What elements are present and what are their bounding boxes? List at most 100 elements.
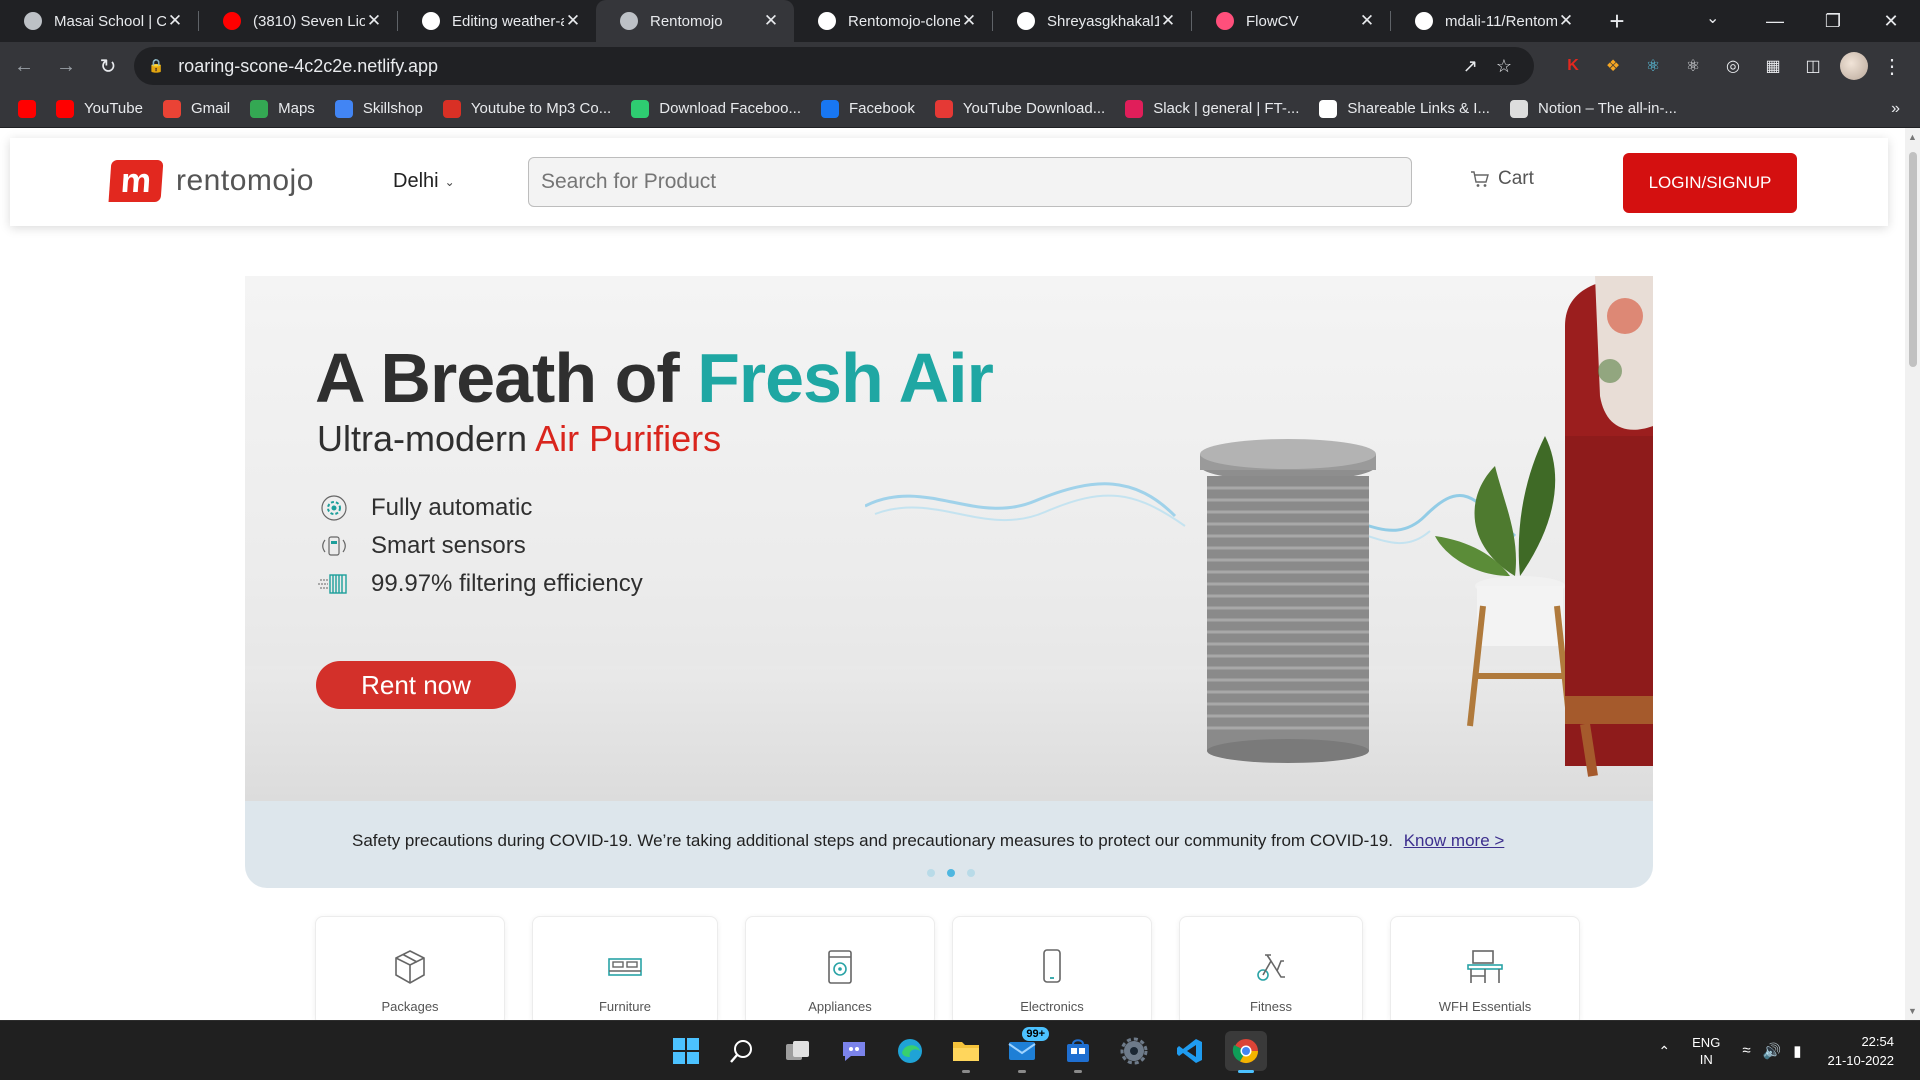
city-selector[interactable]: Delhi ⌄	[393, 170, 455, 193]
close-tab-icon[interactable]: ✕	[1358, 11, 1376, 31]
new-tab-button[interactable]: +	[1597, 6, 1637, 37]
task-view-icon[interactable]	[777, 1031, 819, 1071]
browser-tab[interactable]: Shreyasgkhakal10 ✕	[993, 0, 1191, 42]
extensions-area: K ❖ ⚛ ⚛ ◎ ▦ ◫ ⋮	[1560, 42, 1902, 90]
atom-extension-icon[interactable]: ⚛	[1680, 53, 1706, 79]
running-indicator	[1074, 1070, 1082, 1073]
color-picker-extension-icon[interactable]: ❖	[1600, 53, 1626, 79]
side-panel-icon[interactable]: ◫	[1800, 53, 1826, 79]
search-input[interactable]	[528, 157, 1412, 207]
close-tab-icon[interactable]: ✕	[1557, 11, 1575, 31]
hero-image[interactable]: A Breath of Fresh Air Ultra-modern Air P…	[245, 276, 1653, 801]
quick-settings[interactable]: ≈ 🔊 ▮	[1742, 1042, 1801, 1060]
search-icon[interactable]	[721, 1031, 763, 1071]
file-explorer-icon[interactable]	[945, 1031, 987, 1073]
show-hidden-icons-chevron[interactable]: ⌃	[1658, 1043, 1670, 1060]
scroll-down-arrow[interactable]: ▼	[1908, 1006, 1917, 1016]
address-bar[interactable]: 🔒 roaring-scone-4c2c2e.netlify.app ↗ ☆	[134, 47, 1534, 85]
carousel-dot-active[interactable]	[947, 869, 955, 877]
bookmark-item[interactable]: Facebook	[821, 99, 915, 118]
bookmarks-overflow-button[interactable]: »	[1891, 100, 1900, 118]
close-tab-icon[interactable]: ✕	[762, 11, 780, 31]
scroll-thumb[interactable]	[1909, 152, 1917, 367]
store-icon[interactable]	[1057, 1031, 1099, 1073]
carousel-dot[interactable]	[967, 869, 975, 877]
browser-tab[interactable]: FlowCV ✕	[1192, 0, 1390, 42]
windows-taskbar: 99+ ⌃ ENG IN ≈ 🔊 ▮ 22:54 21-10-2022	[0, 1020, 1920, 1080]
logo-mark: m	[108, 160, 164, 202]
carousel-dots	[927, 869, 975, 877]
close-tab-icon[interactable]: ✕	[564, 11, 582, 31]
profile-avatar[interactable]	[1840, 52, 1868, 80]
category-fitness[interactable]: Fitness	[1179, 916, 1363, 1020]
category-appliances[interactable]: Appliances	[745, 916, 935, 1020]
bookmark-label: Skillshop	[362, 100, 423, 117]
share-icon[interactable]: ↗	[1463, 56, 1478, 77]
category-packages[interactable]: Packages	[315, 916, 505, 1020]
browser-tab[interactable]: Rentomojo ✕	[596, 0, 794, 42]
bookmark-item[interactable]: Gmail	[162, 99, 230, 118]
lock-icon[interactable]: 🔒	[148, 58, 164, 74]
browser-tab[interactable]: Editing weather-a ✕	[398, 0, 596, 42]
back-button[interactable]: ←	[6, 48, 42, 84]
reload-button[interactable]: ↻	[90, 48, 126, 84]
chrome-icon[interactable]	[1225, 1031, 1267, 1073]
scroll-up-arrow[interactable]: ▲	[1908, 132, 1917, 142]
close-tab-icon[interactable]: ✕	[365, 11, 383, 31]
page-scrollbar[interactable]: ▲ ▼	[1905, 128, 1920, 1020]
language-indicator[interactable]: ENG IN	[1692, 1034, 1720, 1068]
login-signup-button[interactable]: LOGIN/SIGNUP	[1623, 153, 1797, 213]
know-more-link[interactable]: Know more >	[1404, 831, 1505, 850]
browser-tab[interactable]: Rentomojo-clone ✕	[794, 0, 992, 42]
feature-item: Fully automatic	[317, 489, 643, 527]
youtube-icon	[56, 99, 74, 118]
show-desktop-button[interactable]	[1916, 1021, 1920, 1080]
tab-strip: Masai School | Co ✕ (3810) Seven Lion ✕ Edit…	[0, 0, 1920, 42]
close-tab-icon[interactable]: ✕	[1159, 11, 1177, 31]
browser-menu-icon[interactable]: ⋮	[1882, 54, 1902, 79]
bookmark-item[interactable]	[18, 99, 36, 118]
bookmark-item[interactable]: Download Faceboo...	[631, 99, 801, 118]
vscode-icon[interactable]	[1169, 1031, 1211, 1071]
minimize-button[interactable]: —	[1746, 0, 1804, 42]
category-furniture[interactable]: Furniture	[532, 916, 718, 1020]
facebook-download-icon	[631, 99, 650, 118]
bookmark-item[interactable]: Youtube to Mp3 Co...	[442, 99, 611, 118]
category-electronics[interactable]: Electronics	[952, 916, 1152, 1020]
bookmark-item[interactable]: Maps	[250, 99, 315, 118]
teams-chat-icon[interactable]	[833, 1031, 875, 1071]
restore-button[interactable]: ❐	[1804, 0, 1862, 42]
puzzle-extensions-icon[interactable]: ▦	[1760, 53, 1786, 79]
bookmark-item[interactable]: Notion – The all-in-...	[1509, 99, 1677, 118]
react-devtools-icon[interactable]: ⚛	[1640, 53, 1666, 79]
rent-now-button[interactable]: Rent now	[316, 661, 516, 709]
close-tab-icon[interactable]: ✕	[166, 11, 184, 31]
browser-tab[interactable]: Masai School | Co ✕	[0, 0, 198, 42]
browser-tab[interactable]: (3810) Seven Lion ✕	[199, 0, 397, 42]
target-extension-icon[interactable]: ◎	[1720, 53, 1746, 79]
bookmark-item[interactable]: YouTube	[56, 99, 143, 118]
bookmark-item[interactable]: YouTube Download...	[934, 99, 1105, 118]
cart-link[interactable]: Cart	[1470, 168, 1534, 190]
close-window-button[interactable]: ✕	[1862, 0, 1920, 42]
clock[interactable]: 22:54 21-10-2022	[1828, 1032, 1895, 1070]
rentomojo-logo[interactable]: m rentomojo	[108, 160, 314, 202]
edge-icon[interactable]	[889, 1031, 931, 1071]
bookmark-star-icon[interactable]: ☆	[1496, 56, 1512, 77]
category-wfh-essentials[interactable]: WFH Essentials	[1390, 916, 1580, 1020]
github-icon	[1415, 12, 1433, 30]
carousel-dot[interactable]	[927, 869, 935, 877]
bookmark-item[interactable]: Skillshop	[334, 99, 423, 118]
washing-machine-icon	[828, 950, 852, 984]
browser-tab[interactable]: mdali-11/Rentom ✕	[1391, 0, 1589, 42]
bookmark-item[interactable]: Shareable Links & I...	[1319, 99, 1490, 118]
bookmark-item[interactable]: Slack | general | FT-...	[1125, 99, 1299, 118]
close-tab-icon[interactable]: ✕	[960, 11, 978, 31]
k-extension-icon[interactable]: K	[1560, 53, 1586, 79]
windows-start-icon[interactable]	[665, 1031, 707, 1071]
mail-icon[interactable]: 99+	[1001, 1027, 1049, 1073]
mail-badge: 99+	[1022, 1027, 1049, 1041]
settings-icon[interactable]	[1113, 1031, 1155, 1071]
tab-search-icon[interactable]: ⌄	[1706, 8, 1719, 28]
forward-button[interactable]: →	[48, 48, 84, 84]
